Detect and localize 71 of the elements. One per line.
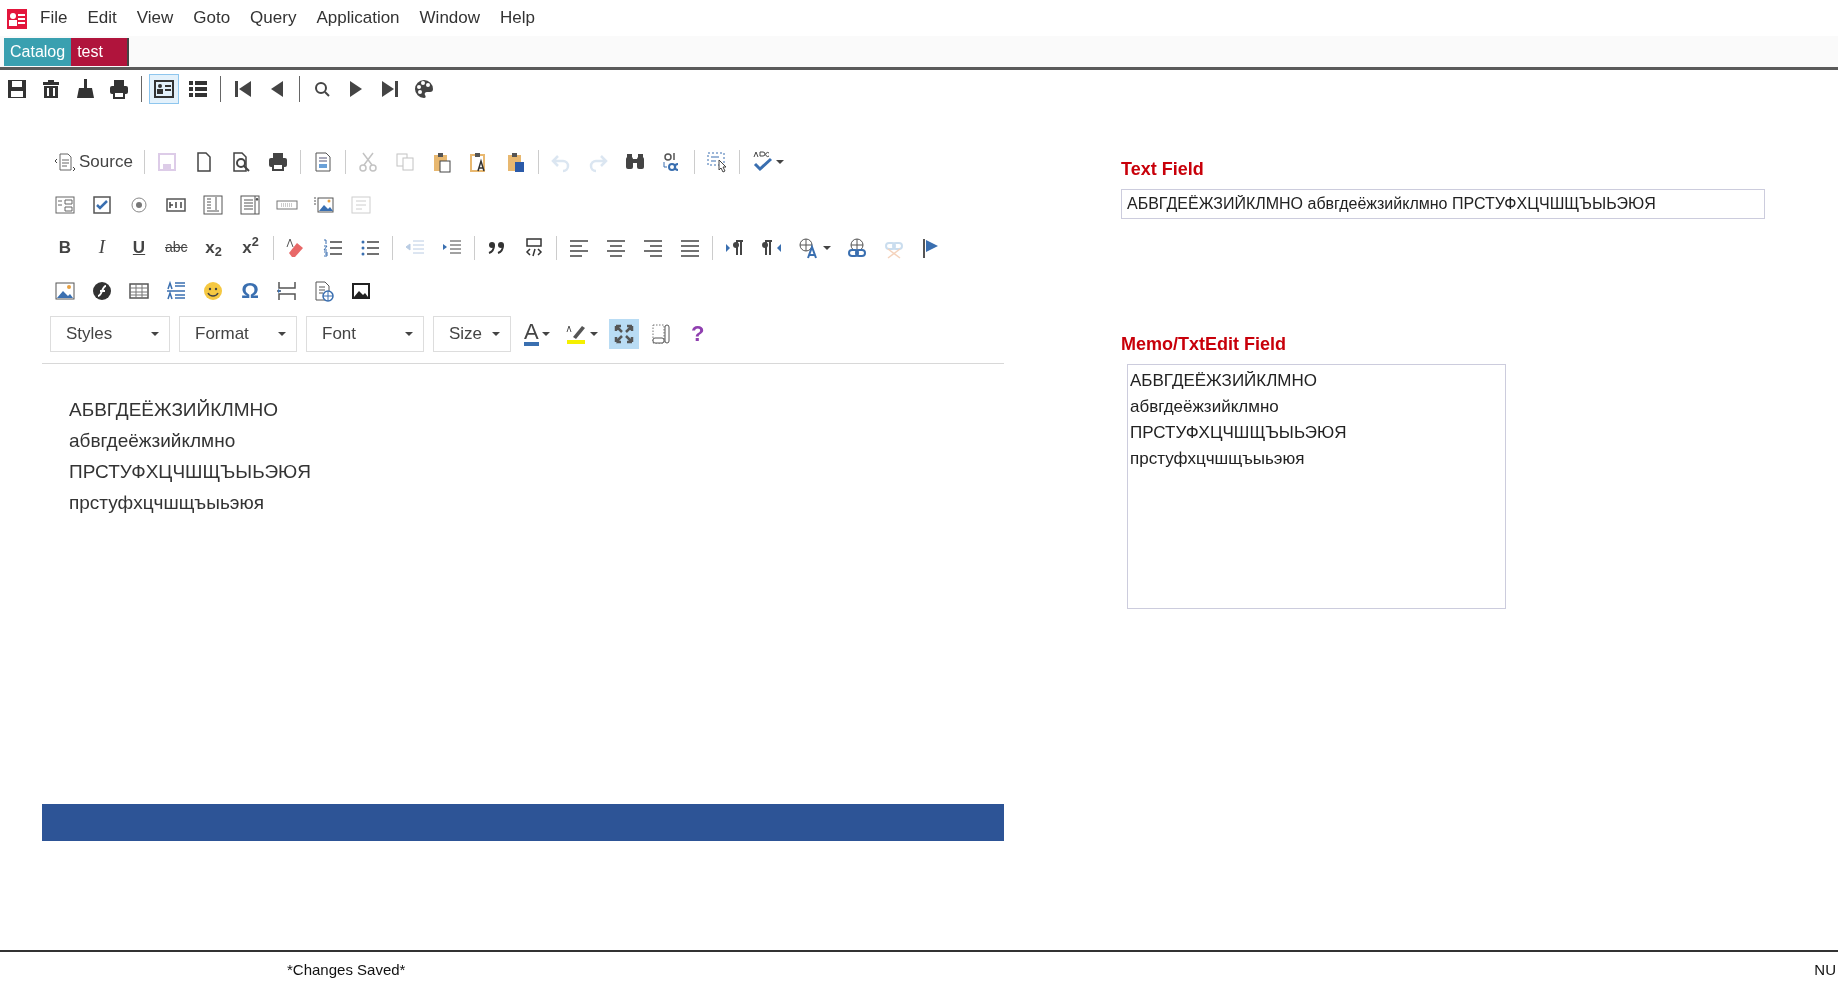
tab[interactable]: test <box>71 37 129 66</box>
italic-button[interactable]: I <box>87 232 117 263</box>
scissors-icon <box>356 150 379 173</box>
memo-field[interactable]: АБВГДЕЁЖЗИЙКЛМНО абвгдеёжзийклмно ПРСТУФХЦЧШЩЪЫЬЭЮЯ прстуфхцчшщъыьэюя <box>1127 364 1506 609</box>
menu-item[interactable]: File <box>32 5 76 31</box>
palette-icon <box>413 78 435 100</box>
text-line: ПРСТУФХЦЧШЩЪЫЬЭЮЯ <box>69 461 311 482</box>
field-label: Text Field <box>1121 158 1205 181</box>
form-icon <box>54 193 76 216</box>
checkmark-icon <box>750 150 773 173</box>
printer-icon <box>108 78 130 100</box>
image-icon <box>54 279 76 302</box>
smiley-icon <box>202 279 224 302</box>
list-icon <box>187 78 209 100</box>
insert-checkbox-tool-icon <box>91 193 113 216</box>
hidden-field-icon <box>350 193 372 216</box>
special-character-button[interactable]: Ω <box>235 275 265 306</box>
select-list-icon <box>239 193 261 216</box>
caret-icon <box>589 331 598 336</box>
copy-icon <box>393 150 416 173</box>
subscript-button[interactable]: x$_{2}$ <box>198 232 229 263</box>
globe-letter-icon <box>797 236 820 259</box>
trash-icon <box>40 78 62 100</box>
text-line: прстуфхцчшщъыьэюя <box>69 492 264 513</box>
editor-content[interactable]: АБВГДЕЁЖЗИЙКЛМНО абвгдеёжзийклмно ПРСТУФХЦЧШЩЪЫЬЭЮЯ прстуфхцчшщъыьэюя <box>42 364 1004 804</box>
brush-icon <box>74 78 96 100</box>
maximize-icon <box>612 322 635 345</box>
app-logo-icon <box>6 7 28 30</box>
printer-icon <box>266 150 289 173</box>
bold-button[interactable]: B <box>50 232 80 263</box>
skip-first-icon <box>232 78 254 100</box>
menu-item[interactable]: Query <box>242 5 305 31</box>
menu-item[interactable]: Goto <box>185 5 239 31</box>
globe-link-icon <box>845 236 868 259</box>
dropdown[interactable]: Styles <box>50 315 170 352</box>
text-field[interactable]: АБВГДЕЁЖЗИЙКЛМНО абвгдеёжзийклмно ПРСТУФХЦЧШЩЪЫЬЭЮЯ <box>1121 189 1765 219</box>
text-line: абвгдеёжзийклмно <box>69 430 236 451</box>
show-blocks-icon <box>649 322 672 345</box>
maximize-button[interactable] <box>608 318 639 349</box>
form-view-button[interactable] <box>149 74 179 104</box>
menu-item[interactable]: View <box>128 5 182 31</box>
dropdown[interactable]: Font <box>306 315 424 352</box>
menu-item[interactable]: Edit <box>79 5 125 31</box>
strikethrough-button[interactable]: abc <box>161 232 192 263</box>
menu-item[interactable]: Window <box>411 5 489 31</box>
text-area-icon <box>202 193 224 216</box>
status-indicator: NU <box>1814 959 1836 980</box>
horizontal-line-icon <box>165 279 187 302</box>
source-button[interactable]: Source <box>50 146 137 177</box>
numbered-list-icon <box>321 236 344 259</box>
selection-cursor-icon <box>705 150 728 173</box>
menu-item[interactable]: Application <box>308 5 408 31</box>
superscript-button[interactable]: x$^{2}$ <box>235 232 266 263</box>
dropdown[interactable]: Format <box>179 315 297 352</box>
page-break-icon <box>276 279 298 302</box>
underline-button[interactable]: U <box>124 232 154 263</box>
flash-icon <box>91 279 113 302</box>
skip-last-icon <box>379 78 401 100</box>
caret-icon <box>541 331 550 336</box>
form-view-icon <box>153 78 175 100</box>
text-color-button[interactable]: A <box>520 318 554 349</box>
source-icon <box>54 150 76 173</box>
text-line: АБВГДЕЁЖЗИЙКЛМНО <box>69 399 279 420</box>
caret-icon <box>822 245 831 250</box>
field-label: Memo/TxtEdit Field <box>1121 333 1287 356</box>
caret-icon <box>775 159 784 164</box>
dropdown[interactable]: Size <box>433 315 511 352</box>
menu-item[interactable]: Help <box>492 5 543 31</box>
status-message: *Changes Saved* <box>287 959 406 980</box>
page-globe-icon <box>313 279 335 302</box>
help-button[interactable]: ? <box>682 318 713 349</box>
